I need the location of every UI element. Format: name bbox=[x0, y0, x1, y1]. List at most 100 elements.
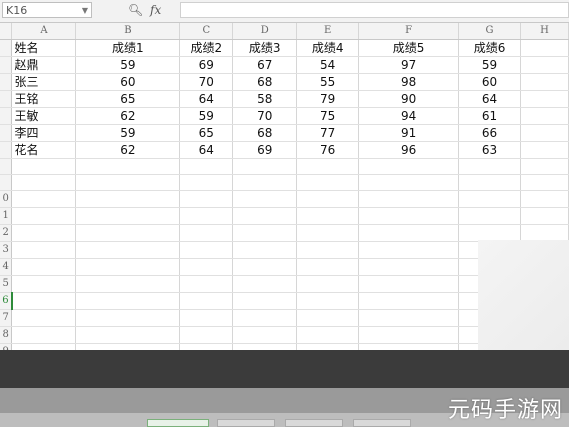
cell[interactable] bbox=[296, 241, 360, 259]
cell[interactable]: 69 bbox=[232, 141, 298, 159]
row-header[interactable]: 2 bbox=[0, 224, 13, 242]
cell[interactable] bbox=[75, 224, 181, 242]
column-header-g[interactable]: G bbox=[458, 23, 522, 40]
cell[interactable] bbox=[520, 107, 569, 125]
cell[interactable] bbox=[458, 158, 522, 175]
cell[interactable] bbox=[520, 56, 569, 74]
cell[interactable]: 70 bbox=[232, 107, 298, 125]
cell[interactable] bbox=[11, 309, 77, 327]
cell[interactable] bbox=[11, 326, 77, 344]
cell[interactable] bbox=[296, 258, 360, 276]
cell[interactable] bbox=[296, 309, 360, 327]
thumbnail[interactable] bbox=[353, 419, 411, 427]
cell[interactable]: 68 bbox=[232, 124, 298, 142]
cell[interactable] bbox=[358, 292, 460, 310]
cell[interactable] bbox=[75, 326, 181, 344]
cell[interactable] bbox=[75, 292, 181, 310]
cell[interactable] bbox=[520, 158, 569, 175]
cell[interactable] bbox=[232, 224, 298, 242]
row-header[interactable] bbox=[0, 56, 13, 74]
row-header[interactable]: 4 bbox=[0, 258, 13, 276]
row-header[interactable] bbox=[0, 124, 13, 142]
cell[interactable] bbox=[75, 309, 181, 327]
cell[interactable] bbox=[358, 207, 460, 225]
cell[interactable] bbox=[179, 292, 234, 310]
row-header[interactable] bbox=[0, 107, 13, 125]
cell[interactable] bbox=[520, 90, 569, 108]
cell[interactable] bbox=[232, 258, 298, 276]
cell[interactable]: 花名 bbox=[11, 141, 77, 159]
cell[interactable]: 59 bbox=[75, 56, 181, 74]
cell[interactable] bbox=[358, 190, 460, 208]
cell[interactable]: 64 bbox=[179, 90, 234, 108]
cell[interactable]: 成绩4 bbox=[296, 39, 360, 57]
cell[interactable]: 62 bbox=[75, 141, 181, 159]
formula-input[interactable] bbox=[180, 2, 569, 18]
cell[interactable] bbox=[179, 224, 234, 242]
cell[interactable]: 64 bbox=[179, 141, 234, 159]
cell[interactable]: 91 bbox=[358, 124, 460, 142]
cell[interactable] bbox=[358, 309, 460, 327]
cell[interactable]: 成绩2 bbox=[179, 39, 234, 57]
cell[interactable] bbox=[296, 326, 360, 344]
cell[interactable] bbox=[75, 258, 181, 276]
row-header[interactable]: 3 bbox=[0, 241, 13, 259]
cell[interactable] bbox=[458, 174, 522, 191]
cell[interactable] bbox=[232, 174, 298, 191]
cell[interactable] bbox=[296, 190, 360, 208]
fx-icon[interactable]: fx bbox=[150, 1, 161, 19]
cell[interactable]: 赵鼎 bbox=[11, 56, 77, 74]
cell[interactable] bbox=[232, 207, 298, 225]
cell[interactable] bbox=[75, 174, 181, 191]
row-header[interactable]: 1 bbox=[0, 207, 13, 225]
cell[interactable]: 98 bbox=[358, 73, 460, 91]
cell[interactable] bbox=[232, 190, 298, 208]
cell[interactable] bbox=[296, 174, 360, 191]
cell[interactable] bbox=[358, 258, 460, 276]
cell[interactable] bbox=[520, 39, 569, 57]
thumbnail-active[interactable] bbox=[147, 419, 209, 427]
cell[interactable] bbox=[296, 158, 360, 175]
cell[interactable] bbox=[11, 258, 77, 276]
row-header[interactable] bbox=[0, 158, 13, 175]
cell[interactable] bbox=[296, 275, 360, 293]
cell[interactable]: 62 bbox=[75, 107, 181, 125]
cell[interactable] bbox=[232, 292, 298, 310]
cell[interactable] bbox=[296, 292, 360, 310]
name-box[interactable]: K16 ▼ bbox=[2, 2, 92, 18]
cell[interactable] bbox=[11, 190, 77, 208]
cell[interactable] bbox=[520, 224, 569, 242]
cell[interactable] bbox=[11, 158, 77, 175]
cell[interactable]: 70 bbox=[179, 73, 234, 91]
cell[interactable] bbox=[458, 207, 522, 225]
cell[interactable] bbox=[232, 158, 298, 175]
cell[interactable] bbox=[11, 275, 77, 293]
row-header[interactable] bbox=[0, 141, 13, 159]
cell[interactable]: 90 bbox=[358, 90, 460, 108]
cell[interactable] bbox=[520, 73, 569, 91]
search-icon[interactable]: 🔍︎ bbox=[128, 1, 143, 19]
cell[interactable]: 75 bbox=[296, 107, 360, 125]
cell[interactable]: 59 bbox=[458, 56, 522, 74]
cell[interactable]: 68 bbox=[232, 73, 298, 91]
cell[interactable] bbox=[179, 207, 234, 225]
cell[interactable]: 60 bbox=[75, 73, 181, 91]
cell[interactable] bbox=[11, 224, 77, 242]
column-header-c[interactable]: C bbox=[179, 23, 234, 40]
cell[interactable] bbox=[232, 326, 298, 344]
cell[interactable] bbox=[179, 241, 234, 259]
cell[interactable] bbox=[458, 190, 522, 208]
cell[interactable]: 李四 bbox=[11, 124, 77, 142]
cell[interactable]: 姓名 bbox=[11, 39, 77, 57]
cell[interactable] bbox=[296, 224, 360, 242]
cell[interactable] bbox=[179, 258, 234, 276]
cell[interactable]: 59 bbox=[75, 124, 181, 142]
cell[interactable] bbox=[232, 275, 298, 293]
cell[interactable] bbox=[358, 224, 460, 242]
row-header[interactable]: 5 bbox=[0, 275, 13, 293]
cell[interactable] bbox=[179, 174, 234, 191]
column-header-a[interactable]: A bbox=[11, 23, 77, 40]
cell[interactable]: 97 bbox=[358, 56, 460, 74]
cell[interactable] bbox=[232, 309, 298, 327]
row-header[interactable] bbox=[0, 174, 13, 191]
